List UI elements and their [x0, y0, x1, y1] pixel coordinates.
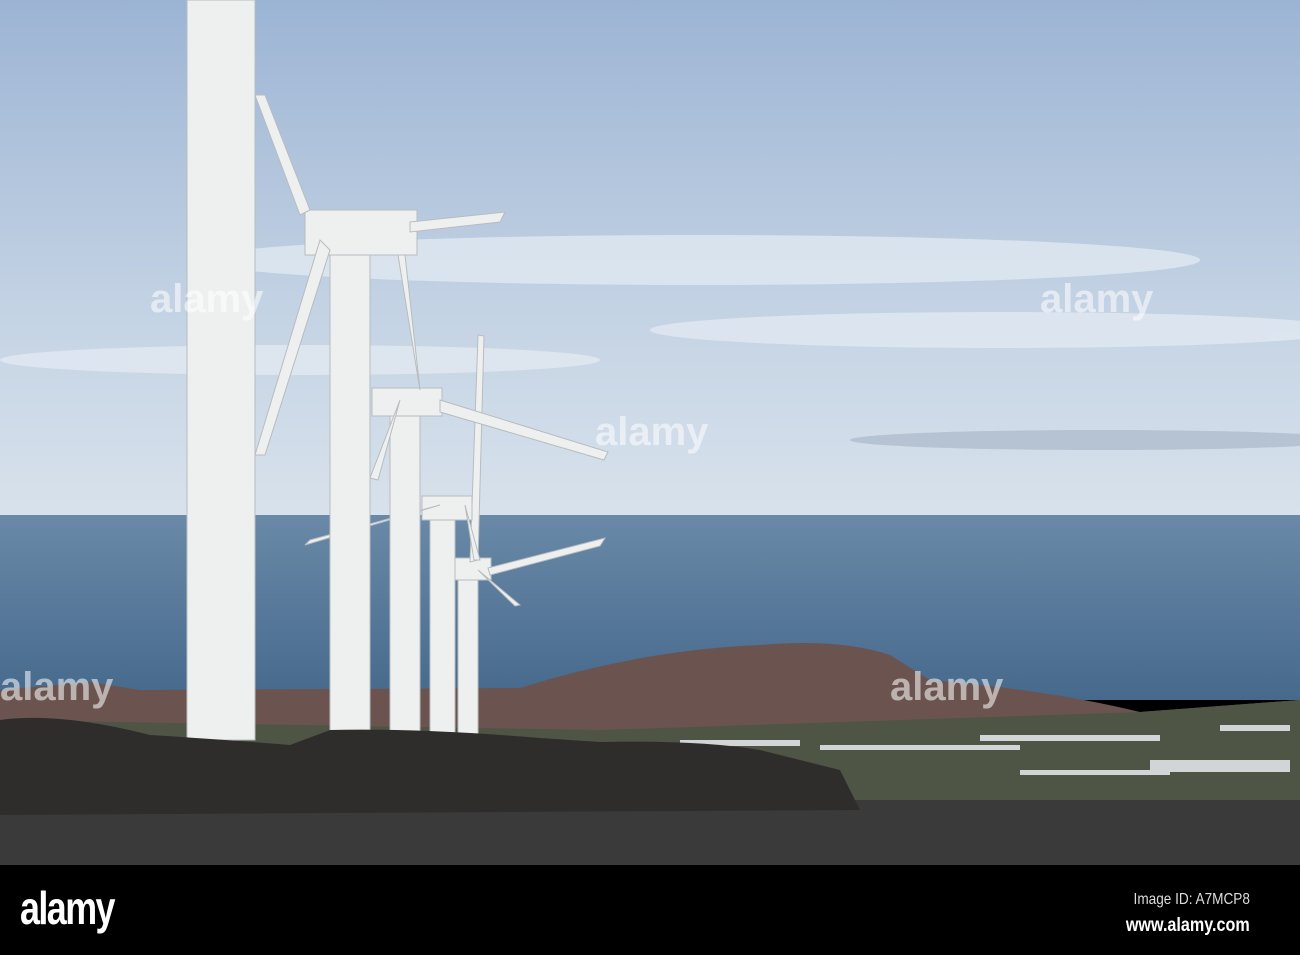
- svg-text:alamy: alamy: [595, 410, 709, 454]
- image-id: Image ID: A7MCP8: [1133, 891, 1250, 908]
- turbine-1: [186, 0, 256, 741]
- svg-text:alamy: alamy: [0, 665, 114, 709]
- svg-text:alamy: alamy: [890, 665, 1004, 709]
- svg-text:alamy: alamy: [150, 277, 264, 321]
- svg-text:alamy: alamy: [1040, 277, 1154, 321]
- photo: alamy alamy alamy alamy alamy alamy Imag…: [0, 0, 1300, 955]
- website-link: www.alamy.com: [1126, 915, 1250, 936]
- alamy-logo: alamy: [20, 882, 116, 934]
- wind-farm-scene: alamy alamy alamy alamy alamy: [0, 0, 1300, 865]
- stock-banner: alamy Image ID: A7MCP8 www.alamy.com: [0, 865, 1300, 955]
